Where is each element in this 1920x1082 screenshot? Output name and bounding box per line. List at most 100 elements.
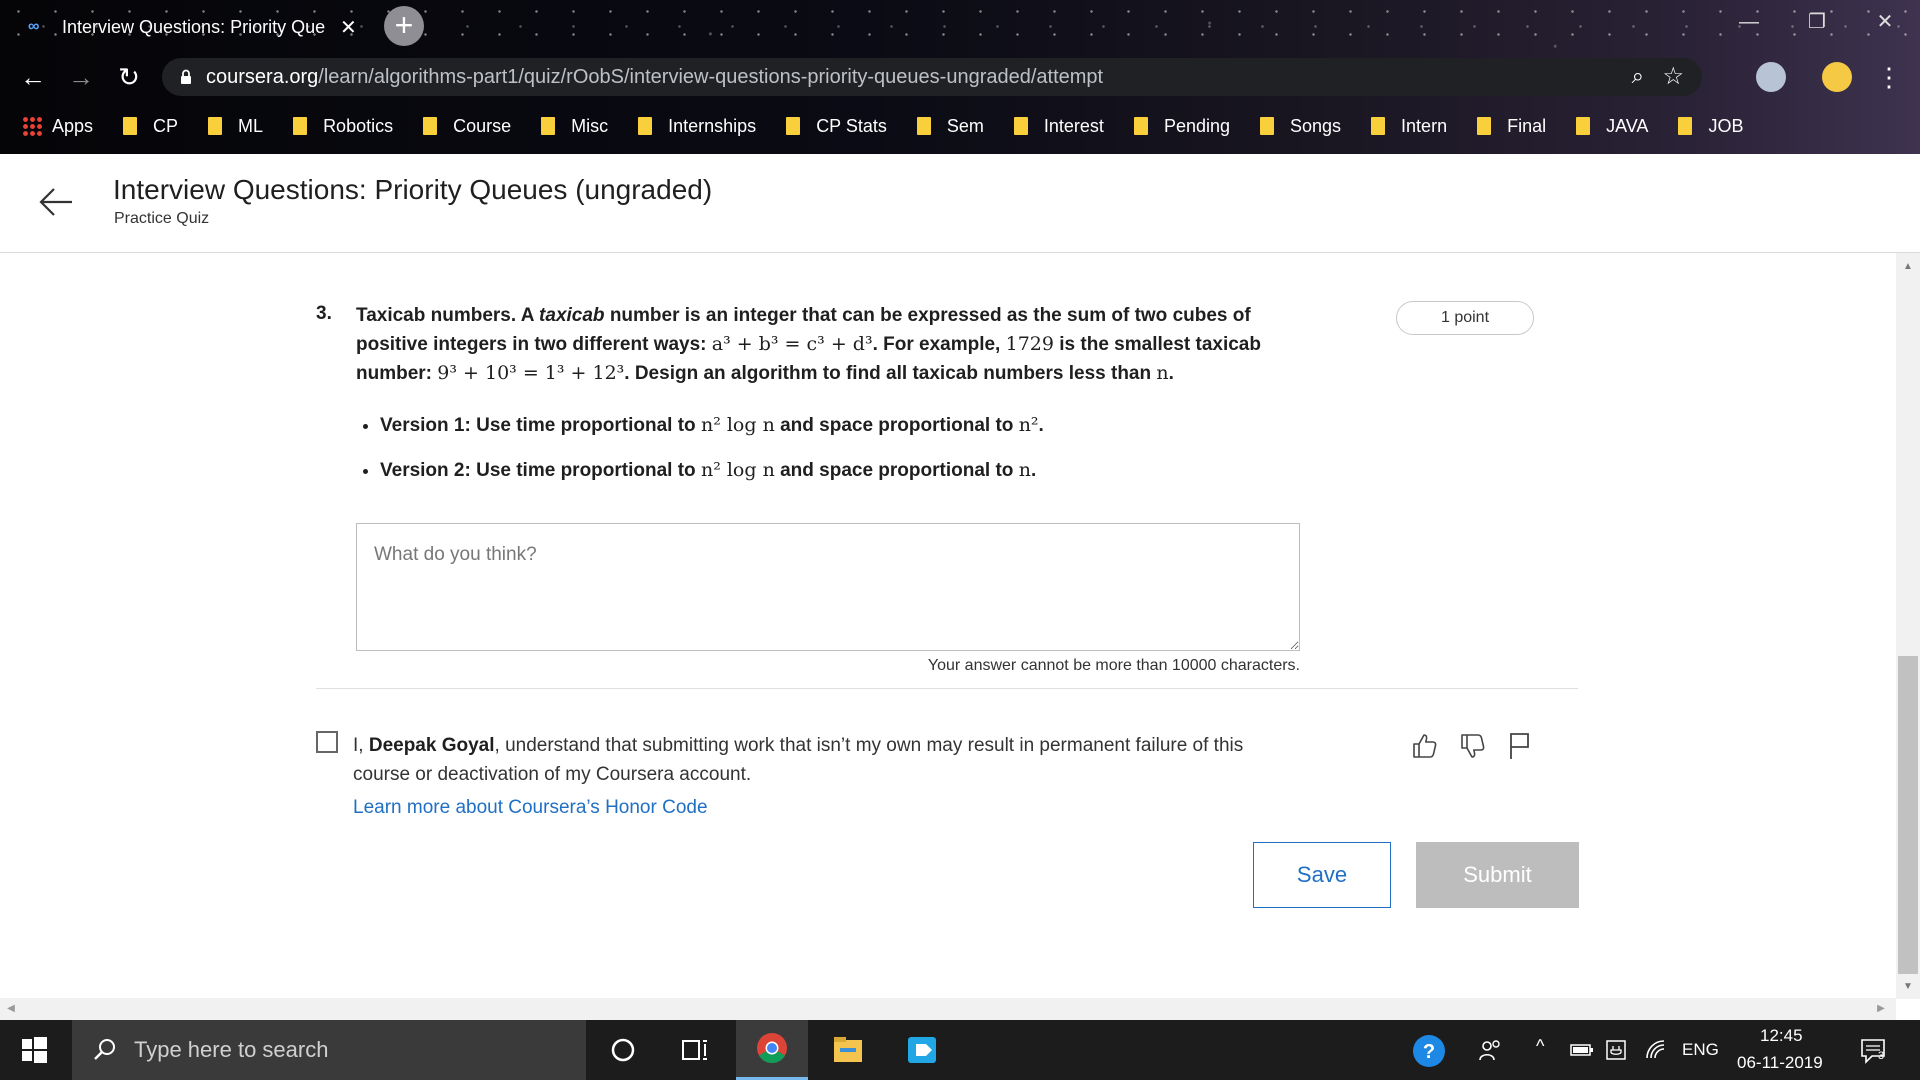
lock-icon <box>181 69 191 84</box>
question-text-part: . <box>1168 363 1174 384</box>
question-title: Taxicab numbers. <box>356 305 517 326</box>
bookmark-folder[interactable]: Robotics <box>293 116 393 137</box>
version-end: . <box>1038 415 1044 436</box>
file-explorer-icon[interactable] <box>812 1020 884 1080</box>
folder-icon <box>1477 117 1492 135</box>
scroll-down-icon[interactable]: ▼ <box>1896 977 1920 997</box>
learner-name: Deepak Goyal <box>368 735 495 756</box>
tray-expand-icon[interactable]: ^ <box>1536 1036 1544 1057</box>
extension-o-icon[interactable] <box>1756 62 1786 92</box>
app-arrow-icon[interactable] <box>886 1020 958 1080</box>
question-number: 3. <box>316 303 332 324</box>
bookmark-label: CP <box>153 115 179 136</box>
minimize-button[interactable]: — <box>1718 0 1780 44</box>
points-badge: 1 point <box>1396 301 1534 335</box>
bookmark-apps[interactable]: Apps <box>22 116 93 137</box>
bookmark-folder[interactable]: CP Stats <box>786 116 887 137</box>
address-bar[interactable]: coursera.org/learn/algorithms-part1/quiz… <box>162 58 1702 96</box>
task-view-icon[interactable] <box>659 1020 731 1080</box>
back-arrow-icon[interactable] <box>36 182 76 222</box>
bookmark-folder[interactable]: JOB <box>1678 116 1743 137</box>
folder-icon <box>916 117 931 135</box>
horizontal-scrollbar[interactable]: ◀ ▶ <box>0 998 1896 1020</box>
browser-tab[interactable]: ∞ Interview Questions: Priority Que ✕ <box>16 6 362 48</box>
clock-date[interactable]: 06-11-2019 <box>1737 1053 1823 1073</box>
thumbs-up-icon[interactable] <box>1410 731 1440 761</box>
version-mid: and space proportional to <box>780 460 1014 481</box>
answer-textarea[interactable] <box>356 523 1300 651</box>
bookmark-folder[interactable]: Songs <box>1260 116 1341 137</box>
vertical-scrollbar[interactable]: ▲ ▼ <box>1896 253 1920 999</box>
help-icon[interactable]: ? <box>1412 1034 1446 1068</box>
tab-close-icon[interactable]: ✕ <box>340 15 357 40</box>
quiz-content: 3. Taxicab numbers. A taxicab number is … <box>0 253 1896 998</box>
zoom-icon[interactable]: ⌕ <box>1632 63 1644 89</box>
char-limit-note: Your answer cannot be more than 10000 ch… <box>927 657 1300 674</box>
windows-taskbar: Type here to search ? ^ ENG 12:45 06-11-… <box>0 1020 1920 1080</box>
bookmark-folder[interactable]: Intern <box>1371 116 1447 137</box>
bookmark-folder[interactable]: Sem <box>916 115 984 137</box>
bookmark-folder[interactable]: Interest <box>1013 116 1104 137</box>
folder-icon <box>1133 117 1148 135</box>
clock-time[interactable]: 12:45 <box>1760 1026 1803 1046</box>
folder-icon <box>1260 117 1274 135</box>
bookmark-folder[interactable]: Internships <box>638 116 756 137</box>
bookmark-folder[interactable]: Final <box>1477 116 1546 137</box>
apps-grid-icon <box>22 116 42 136</box>
thumbs-down-icon[interactable] <box>1458 731 1488 761</box>
bookmark-folder[interactable]: ML <box>208 116 263 137</box>
honor-code-link[interactable]: Learn more about Coursera’s Honor Code <box>353 797 708 819</box>
bookmark-folder[interactable]: JAVA <box>1576 116 1648 137</box>
close-window-button[interactable]: ✕ <box>1854 0 1916 44</box>
question-emphasis: taxicab <box>539 305 605 326</box>
windows-start-icon[interactable] <box>0 1020 70 1080</box>
back-icon[interactable]: ← <box>16 60 50 94</box>
people-icon[interactable] <box>1478 1038 1504 1064</box>
bookmark-folder[interactable]: CP <box>123 116 178 137</box>
bookmark-label: Sem <box>946 115 984 136</box>
scroll-up-icon[interactable]: ▲ <box>1896 257 1920 277</box>
question-text: Taxicab numbers. A taxicab number is an … <box>356 301 1306 388</box>
bookmark-folder[interactable]: Misc <box>541 116 608 137</box>
browser-menu-icon[interactable]: ⋮ <box>1872 60 1906 94</box>
power-plug-icon[interactable] <box>1604 1038 1628 1062</box>
wifi-icon[interactable] <box>1644 1038 1668 1062</box>
chrome-taskbar-icon[interactable] <box>736 1020 808 1080</box>
question-text-part: . Design an algorithm to find all taxica… <box>624 363 1152 384</box>
honor-code-checkbox[interactable] <box>316 731 338 753</box>
restore-button[interactable]: ❐ <box>1786 0 1848 44</box>
scrollbar-thumb[interactable] <box>1898 656 1918 974</box>
url-path: /learn/algorithms-part1/quiz/rOobS/inter… <box>318 65 1104 88</box>
bookmark-folder[interactable]: Pending <box>1133 115 1230 137</box>
scroll-right-icon[interactable]: ▶ <box>1870 998 1892 1020</box>
math-equation: a³ + b³ = c³ + d³ <box>711 333 873 355</box>
chrome-icon <box>757 1033 787 1064</box>
folder-icon <box>293 117 308 135</box>
bookmark-label: Robotics <box>323 115 394 136</box>
browser-chrome: ∞ Interview Questions: Priority Que ✕ + … <box>0 0 1920 154</box>
bookmark-label: Course <box>453 115 512 136</box>
profile-avatar-icon[interactable] <box>1822 62 1852 92</box>
version-space: n <box>1018 459 1031 481</box>
forward-icon[interactable]: → <box>64 60 98 94</box>
submit-button[interactable]: Submit <box>1416 842 1579 908</box>
battery-icon[interactable] <box>1570 1040 1594 1060</box>
version-end: . <box>1030 460 1037 481</box>
bookmark-label: Apps <box>52 115 94 136</box>
bookmark-label: JAVA <box>1606 115 1649 136</box>
language-indicator[interactable]: ENG <box>1682 1040 1719 1060</box>
taskbar-search[interactable]: Type here to search <box>72 1020 586 1080</box>
new-tab-button[interactable]: + <box>384 6 424 46</box>
bookmark-folder[interactable]: Course <box>423 116 511 137</box>
math-example: 9³ + 10³ = 1³ + 12³ <box>437 362 625 384</box>
bookmark-star-icon[interactable]: ☆ <box>1662 62 1684 91</box>
cortana-icon[interactable] <box>587 1020 659 1080</box>
version-time: n² log n <box>700 414 775 436</box>
scroll-left-icon[interactable]: ◀ <box>0 998 22 1020</box>
flag-icon[interactable] <box>1505 731 1535 761</box>
reload-icon[interactable]: ↻ <box>112 60 146 94</box>
save-button[interactable]: Save <box>1253 842 1391 908</box>
bookmark-label: Misc <box>571 115 609 136</box>
folder-icon <box>541 117 556 135</box>
bookmark-label: Pending <box>1163 115 1230 136</box>
